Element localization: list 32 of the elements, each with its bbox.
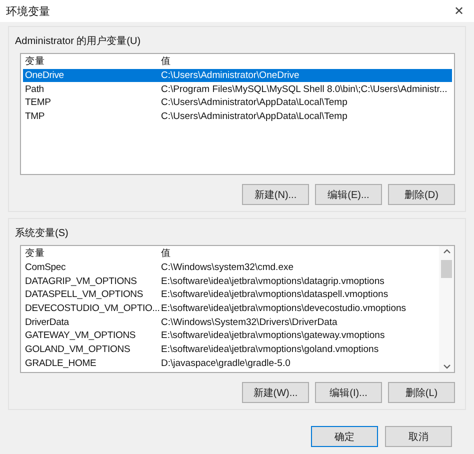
list-row[interactable]: Path C:\Program Files\MySQL\MySQL Shell 8.0\bin\;C:\Users\Administr... [23, 82, 452, 96]
scroll-thumb[interactable] [441, 260, 452, 278]
cancel-button[interactable]: 取消 [385, 426, 452, 447]
column-header[interactable]: 变量 [23, 55, 156, 68]
scroll-up-icon[interactable] [442, 249, 450, 254]
group-label: Administrator 的用户变量(U) [15, 36, 142, 48]
list-row[interactable]: DEVECOSTUDIO_VM_OPTIO...E:\software\idea\jetbra\vmoptions\devecostudio.vmoptions [23, 302, 437, 316]
list-row[interactable]: OneDrive C:\Users\Administrator\OneDrive [23, 68, 452, 82]
dialog-button[interactable]: 新建(W)... [242, 382, 309, 403]
column-header[interactable]: 值 [156, 247, 171, 260]
scrollbar[interactable] [439, 246, 454, 372]
column-header[interactable]: 变量 [23, 247, 156, 260]
list-row[interactable]: DriverData C:\Windows\System32\Drivers\DriverData [23, 315, 437, 330]
dialog-button[interactable]: 新建(N)... [242, 184, 309, 205]
list-row[interactable]: TMP C:\Users\Administrator\AppData\Local\Temp [23, 110, 452, 124]
window-title: 环境变量 [6, 4, 50, 18]
list-row[interactable]: DATASPELL_VM_OPTIONS E:\software\idea\jetbra\vmoptions\dataspell.vmoptions [23, 288, 437, 302]
dialog-button[interactable]: 删除(L) [388, 382, 455, 403]
list-row[interactable]: GATEWAY_VM_OPTIONS E:\software\idea\jetbra\vmoptions\gateway.vmoptions [23, 329, 437, 343]
list-row[interactable]: TEMP C:\Users\Administrator\AppData\Local\Temp [23, 96, 452, 110]
dialog-button[interactable]: 编辑(I)... [315, 382, 382, 403]
column-header[interactable]: 值 [156, 55, 171, 68]
dialog-button[interactable]: 编辑(E)... [315, 184, 382, 205]
list-row[interactable]: DATAGRIP_VM_OPTIONS E:\software\idea\jetbra\vmoptions\datagrip.vmoptions [23, 274, 437, 288]
ok-button[interactable]: 确定 [311, 426, 378, 447]
close-button[interactable]: ✕ [450, 4, 468, 18]
list-row[interactable]: GRADLE_HOME D:\javaspace\gradle\gradle-5.0 [23, 356, 437, 370]
list-row[interactable]: GOLAND_VM_OPTIONS E:\software\idea\jetbra\vmoptions\goland.vmoptions [23, 342, 437, 356]
dialog-button[interactable]: 删除(D) [388, 184, 455, 205]
scroll-down-icon[interactable] [442, 364, 450, 369]
group-label: 系统变量(S) [15, 228, 70, 240]
list-row[interactable]: ComSpec C:\Windows\system32\cmd.exe [23, 260, 437, 274]
